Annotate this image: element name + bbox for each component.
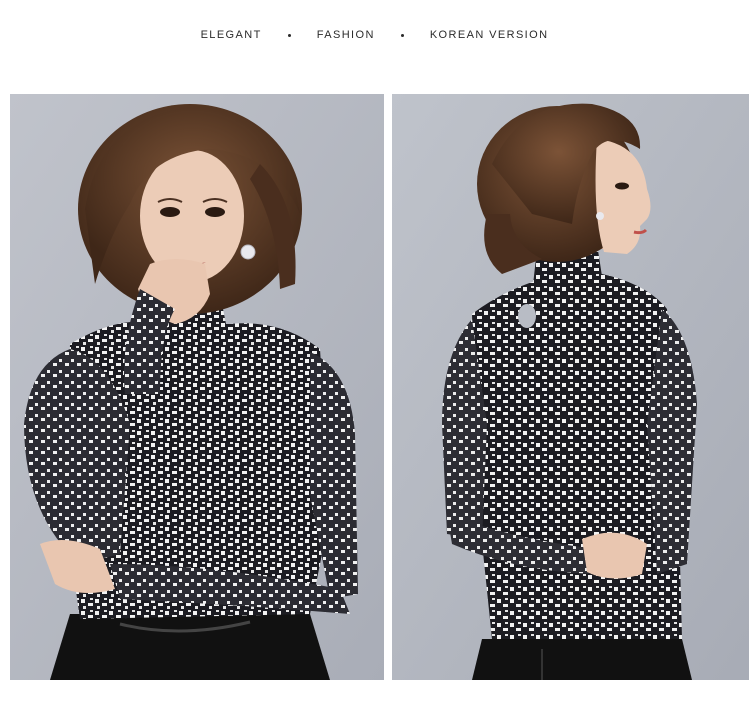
- tagline-elegant: ELEGANT: [200, 29, 262, 41]
- tagline-fashion: FASHION: [316, 29, 375, 41]
- tagline-korean-version: KOREAN VERSION: [429, 29, 549, 41]
- tagline-separator-dot: [287, 33, 291, 37]
- tagline-bar: ELEGANT FASHION KOREAN VERSION: [0, 26, 749, 44]
- model-photo-front: [10, 94, 384, 680]
- tagline-separator-dot: [400, 33, 404, 37]
- model-photo-back: [392, 94, 749, 680]
